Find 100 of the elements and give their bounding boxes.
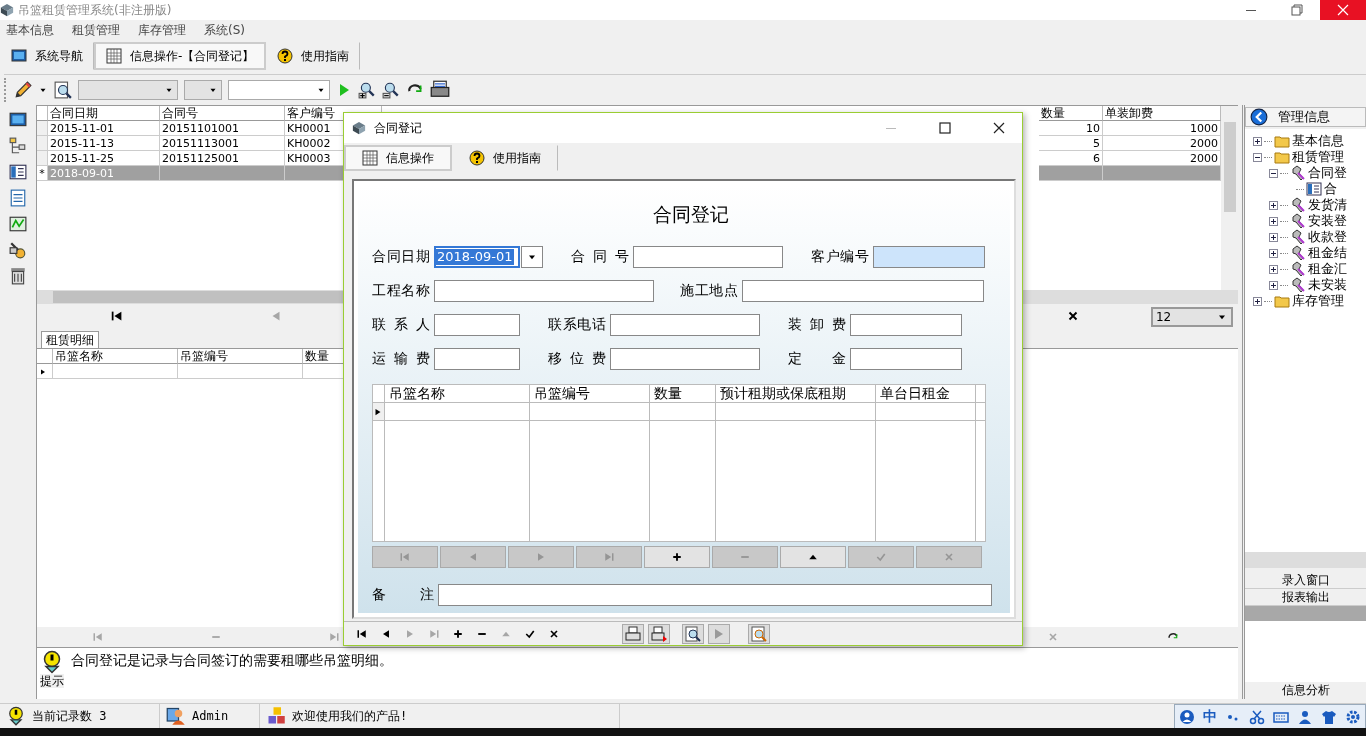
trash-can-icon[interactable] (9, 267, 27, 285)
printer-button[interactable] (622, 623, 644, 644)
row-header[interactable]: * (36, 166, 48, 181)
chart-icon[interactable] (9, 215, 27, 233)
dialog-tab[interactable]: 使用指南 (452, 145, 558, 171)
input-field[interactable] (633, 245, 783, 268)
horizontal-scrollbar[interactable] (1245, 552, 1366, 568)
tree-icon[interactable] (9, 137, 27, 155)
vertical-scrollbar[interactable] (1221, 106, 1239, 290)
add-icon[interactable] (452, 627, 464, 640)
menu-item[interactable]: 库存管理 (138, 22, 186, 38)
menu-item[interactable]: 租赁管理 (72, 22, 120, 38)
input-field[interactable] (610, 347, 760, 370)
dropdown-button[interactable] (521, 245, 543, 268)
input-field[interactable] (610, 313, 760, 336)
toolbar-grip (4, 77, 8, 102)
expand-icon[interactable] (1253, 296, 1263, 306)
view-tab[interactable]: 信息操作-【合同登记】 (94, 42, 267, 70)
column-header[interactable]: 预计租期或保底租期 (716, 384, 876, 402)
table-cell: 2018-09-01 (47, 166, 160, 181)
input-field[interactable] (850, 347, 962, 370)
avatar-icon[interactable] (1179, 708, 1195, 725)
zoom-out-icon[interactable] (382, 80, 400, 99)
dialog-tab[interactable]: 信息操作 (344, 145, 452, 171)
collapse-icon[interactable] (1269, 168, 1279, 178)
close-x-icon[interactable] (548, 627, 560, 640)
input-field[interactable] (742, 279, 984, 302)
column-header[interactable]: 合同日期 (47, 106, 160, 121)
column-header[interactable]: 吊篮编号 (177, 349, 303, 364)
tree-item[interactable]: 收款登 (1308, 229, 1348, 245)
app-logo-icon (352, 121, 366, 135)
settings-icon[interactable] (1345, 708, 1361, 725)
first-record-icon[interactable] (109, 309, 124, 323)
tree-item[interactable]: 基本信息 (1292, 133, 1345, 149)
panel-button[interactable]: 报表输出 (1245, 589, 1366, 606)
shirt-icon[interactable] (1321, 708, 1337, 725)
zoom-in-icon[interactable] (358, 80, 376, 99)
tree-item[interactable]: 租金汇 (1308, 261, 1348, 277)
first-record-icon (399, 550, 411, 563)
field-label: 定 金 (788, 350, 846, 368)
column-header[interactable]: 吊篮编号 (530, 384, 650, 402)
tree-item[interactable]: 未安装 (1308, 277, 1348, 293)
expand-icon[interactable] (1269, 232, 1279, 242)
tree-item[interactable]: 合同登 (1308, 165, 1348, 181)
document-icon[interactable] (9, 189, 27, 207)
menu-item[interactable]: 基本信息 (6, 22, 54, 38)
print-export-button[interactable] (648, 623, 670, 644)
first-record-icon[interactable] (356, 627, 368, 640)
expand-icon[interactable] (1253, 136, 1263, 146)
column-header[interactable]: 吊篮名称 (52, 349, 178, 364)
expand-icon[interactable] (1269, 248, 1279, 258)
table-cell (1039, 166, 1104, 181)
menu-item[interactable]: 系统(S) (204, 22, 245, 38)
column-header[interactable]: 合同号 (159, 106, 285, 121)
tool-icon (1290, 213, 1307, 229)
tree-item[interactable]: 安装登 (1308, 213, 1348, 229)
input-field[interactable] (850, 313, 962, 336)
panel-button[interactable]: 录入窗口 (1245, 572, 1366, 589)
field-label: 工程名称 (372, 282, 430, 300)
pencil-icon[interactable] (14, 80, 32, 99)
scissors-icon[interactable] (1249, 708, 1265, 725)
expand-icon[interactable] (1269, 216, 1279, 226)
close-icon (1335, 2, 1351, 18)
column-header[interactable]: 数量 (1039, 106, 1104, 121)
tree-item[interactable]: 合 (1324, 181, 1338, 197)
person-icon[interactable] (1297, 708, 1313, 725)
column-header[interactable]: 单台日租金 (876, 384, 976, 402)
dropdown-field[interactable] (228, 79, 330, 100)
dropdown-field[interactable] (184, 79, 222, 100)
column-header[interactable]: 单装卸费 (1103, 106, 1222, 121)
print-preview-icon[interactable] (54, 80, 72, 99)
tree-item[interactable]: 租金结 (1308, 245, 1348, 261)
expand-icon[interactable] (1269, 264, 1279, 274)
tree-item[interactable]: 发货清 (1308, 197, 1348, 213)
collapse-icon[interactable] (1253, 152, 1263, 162)
input-field[interactable] (438, 583, 992, 606)
input-field[interactable] (434, 347, 520, 370)
column-header[interactable]: 吊篮名称 (385, 384, 530, 402)
expand-icon[interactable] (1269, 200, 1279, 210)
print-preview-button[interactable] (682, 623, 704, 644)
document-search-button[interactable] (748, 623, 770, 644)
input-field[interactable] (434, 279, 654, 302)
hint-text: 合同登记是记录与合同签订的需要租哪些吊篮明细。 (70, 652, 393, 670)
input-field[interactable] (434, 313, 520, 336)
tree-item[interactable]: 租赁管理 (1292, 149, 1345, 165)
printer-icon[interactable] (430, 79, 450, 100)
input-field[interactable]: 2018-09-01 (434, 245, 520, 268)
list-icon[interactable] (9, 163, 27, 181)
view-tab[interactable]: 使用指南 (266, 42, 361, 70)
input-field[interactable] (873, 245, 985, 268)
expand-icon[interactable] (1269, 280, 1279, 290)
row-header[interactable] (36, 364, 53, 379)
monitor-icon[interactable] (9, 111, 27, 129)
tree-item[interactable]: 库存管理 (1292, 293, 1345, 309)
column-header[interactable]: 数量 (650, 384, 716, 402)
input-mode-indicator[interactable]: 中 (1203, 708, 1217, 725)
detail-tab[interactable]: 租赁明细 (40, 330, 99, 348)
back-icon[interactable] (1250, 108, 1269, 126)
dropdown-field[interactable] (78, 79, 178, 100)
page-size-dropdown[interactable]: 12 (1150, 307, 1233, 327)
